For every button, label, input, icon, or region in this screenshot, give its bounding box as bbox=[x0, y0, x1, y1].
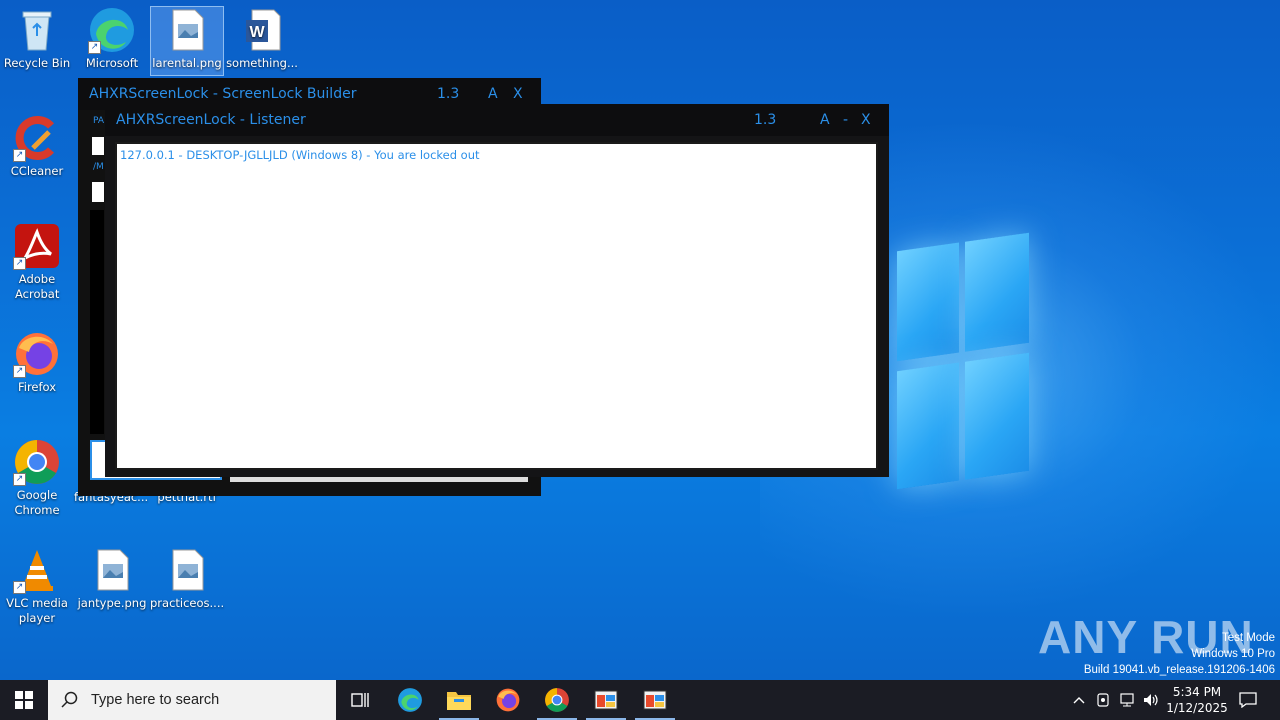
firefox-icon bbox=[496, 688, 520, 712]
desktop-icon-firefox[interactable]: ↗ Firefox bbox=[0, 330, 74, 395]
listener-window[interactable]: AHXRScreenLock - Listener 1.3 A - X 127.… bbox=[105, 104, 889, 477]
chevron-up-icon bbox=[1073, 697, 1085, 704]
builder-a-button[interactable]: A bbox=[488, 86, 498, 102]
application-window-icon bbox=[594, 690, 618, 710]
word-document-icon: W bbox=[238, 6, 286, 54]
taskbar-clock[interactable]: 5:34 PM 1/12/2025 bbox=[1164, 680, 1230, 720]
builder-close-button[interactable]: X bbox=[513, 86, 523, 102]
image-file-icon bbox=[163, 546, 211, 594]
desktop-icon-recycle-bin[interactable]: Recycle Bin bbox=[0, 6, 74, 71]
desktop-icon-vlc[interactable]: ↗ VLC media player bbox=[0, 546, 74, 626]
desktop-icon-edge[interactable]: ↗ Microsoft Edge bbox=[75, 6, 149, 71]
taskbar-edge[interactable] bbox=[386, 680, 434, 720]
builder-window-title: AHXRScreenLock - ScreenLock Builder bbox=[89, 86, 357, 102]
search-icon bbox=[61, 691, 78, 708]
taskbar-app-listener[interactable] bbox=[631, 680, 679, 720]
practiceos-label: practiceos.... bbox=[150, 596, 225, 610]
vlc-label: VLC media player bbox=[6, 596, 68, 625]
taskbar-file-explorer[interactable] bbox=[435, 680, 483, 720]
listener-window-title: AHXRScreenLock - Listener bbox=[116, 112, 306, 128]
listener-version-label: 1.3 bbox=[754, 112, 777, 128]
listener-minimize-button[interactable]: - bbox=[843, 112, 848, 128]
listener-log-box[interactable]: 127.0.0.1 - DESKTOP-JGLLJLD (Windows 8) … bbox=[115, 142, 878, 470]
desktop-icon-jantype[interactable]: jantype.png bbox=[75, 546, 149, 611]
os-info-watermark: Test Mode Windows 10 Pro Build 19041.vb_… bbox=[1084, 630, 1275, 678]
svg-text:W: W bbox=[249, 24, 265, 41]
listener-close-button[interactable]: X bbox=[861, 112, 871, 128]
builder-input-1[interactable] bbox=[92, 137, 104, 155]
listener-body: 127.0.0.1 - DESKTOP-JGLLJLD (Windows 8) … bbox=[105, 136, 889, 477]
builder-panel bbox=[90, 210, 104, 434]
recycle-bin-icon bbox=[13, 6, 61, 54]
acrobat-label: Adobe Acrobat bbox=[15, 272, 60, 301]
builder-input-2[interactable] bbox=[92, 182, 104, 202]
edge-label: Microsoft Edge bbox=[85, 56, 139, 70]
windows-start-icon bbox=[15, 691, 33, 709]
firefox-label: Firefox bbox=[17, 380, 57, 394]
desktop-icon-word-doc[interactable]: W something... bbox=[225, 6, 299, 71]
taskbar-chrome[interactable] bbox=[533, 680, 581, 720]
builder-label-pa: PA bbox=[93, 116, 105, 126]
device-icon bbox=[1097, 693, 1109, 707]
chrome-icon bbox=[545, 688, 569, 712]
image-file-icon bbox=[163, 6, 211, 54]
adobe-acrobat-icon: ↗ bbox=[13, 222, 61, 270]
folder-icon bbox=[447, 692, 471, 710]
taskbar-app-builder[interactable] bbox=[582, 680, 630, 720]
taskbar-firefox[interactable] bbox=[484, 680, 532, 720]
edge-icon bbox=[398, 688, 422, 712]
desktop-icon-larental[interactable]: larental.png bbox=[150, 6, 224, 76]
ccleaner-label: CCleaner bbox=[10, 164, 64, 178]
windows-logo-wallpaper bbox=[897, 232, 1029, 490]
network-icon bbox=[1120, 693, 1134, 707]
notification-icon bbox=[1239, 692, 1257, 708]
build-label: Build 19041.vb_release.191206-1406 bbox=[1083, 664, 1275, 676]
taskbar: Type here to search 5:34 PM 1/12/2025 bbox=[0, 680, 1280, 720]
desktop-icon-ccleaner[interactable]: ↗ CCleaner bbox=[0, 114, 74, 179]
show-hidden-icons-button[interactable] bbox=[1068, 680, 1090, 720]
builder-version-label: 1.3 bbox=[437, 86, 460, 102]
something-label: something... bbox=[226, 56, 298, 70]
edge-icon: ↗ bbox=[88, 6, 136, 54]
task-view-button[interactable] bbox=[336, 680, 384, 720]
tray-network-button[interactable] bbox=[1116, 680, 1138, 720]
larental-label: larental.png bbox=[152, 56, 222, 70]
log-entry[interactable]: 127.0.0.1 - DESKTOP-JGLLJLD (Windows 8) … bbox=[117, 144, 876, 166]
chrome-label: Google Chrome bbox=[14, 488, 60, 517]
tray-meet-icon-button[interactable] bbox=[1092, 680, 1114, 720]
search-placeholder: Type here to search bbox=[91, 692, 220, 708]
task-view-icon bbox=[351, 693, 369, 707]
listener-a-button[interactable]: A bbox=[820, 112, 830, 128]
image-file-icon bbox=[88, 546, 136, 594]
firefox-icon: ↗ bbox=[13, 330, 61, 378]
chrome-icon: ↗ bbox=[13, 438, 61, 486]
clock-date: 1/12/2025 bbox=[1166, 701, 1228, 715]
os-edition-label: Windows 10 Pro bbox=[1191, 648, 1275, 660]
recycle-bin-label: Recycle Bin bbox=[3, 56, 71, 70]
volume-icon bbox=[1144, 694, 1158, 706]
desktop-icon-acrobat[interactable]: ↗ Adobe Acrobat bbox=[0, 222, 74, 302]
application-window-icon bbox=[643, 690, 667, 710]
taskbar-search-box[interactable]: Type here to search bbox=[48, 680, 336, 720]
ccleaner-icon: ↗ bbox=[13, 114, 61, 162]
start-button[interactable] bbox=[0, 680, 48, 720]
vlc-icon: ↗ bbox=[13, 546, 61, 594]
test-mode-label: Test Mode bbox=[1221, 632, 1275, 644]
clock-time: 5:34 PM bbox=[1172, 685, 1222, 699]
desktop-icon-chrome[interactable]: ↗ Google Chrome bbox=[0, 438, 74, 518]
tray-volume-button[interactable] bbox=[1140, 680, 1162, 720]
builder-label-m: /M bbox=[93, 162, 104, 172]
jantype-label: jantype.png bbox=[77, 596, 147, 610]
desktop-icon-practiceos[interactable]: practiceos.... bbox=[150, 546, 224, 611]
action-center-button[interactable] bbox=[1234, 680, 1262, 720]
